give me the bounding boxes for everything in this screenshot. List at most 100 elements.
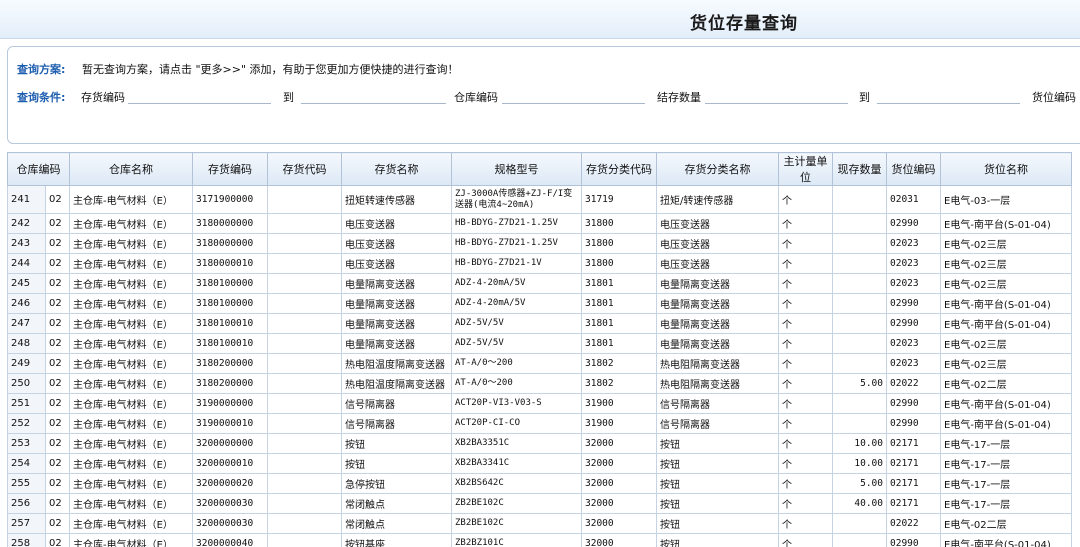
table-row[interactable]: 256 02 主仓库-电气材料（E） 3200000030 常闭触点 ZB2BE102C 3… [7,493,1072,514]
inventory-code-from-field[interactable] [128,89,271,104]
class-code-cell: 31801 [581,273,657,294]
table-row[interactable]: 254 02 主仓库-电气材料（E） 3200000010 按钮 XB2BA3341C 32… [7,453,1072,474]
unit-cell: 个 [778,493,833,514]
col-header-inventory-code2[interactable]: 存货代码 [267,152,342,186]
inventory-code-to-field[interactable] [301,89,446,104]
unit-cell: 个 [778,453,833,474]
col-header-unit[interactable]: 主计量单位 [778,152,833,186]
inventory-name-cell: 扭矩转速传感器 [341,185,452,214]
col-header-warehouse-name[interactable]: 仓库名称 [69,152,193,186]
unit-cell: 个 [778,433,833,454]
col-header-inventory-name[interactable]: 存货名称 [341,152,452,186]
row-number-cell: 257 [7,513,46,534]
warehouse-name-cell: 主仓库-电气材料（E） [69,233,193,254]
qty-cell: 40.00 [832,493,887,514]
inventory-code2-cell [267,233,342,254]
location-name-cell: E电气-17-一层 [940,433,1072,454]
col-header-location-name[interactable]: 货位名称 [940,152,1072,186]
class-name-cell: 电量隔离变送器 [656,333,779,354]
inventory-code-cell: 3200000010 [192,453,268,474]
inventory-code2-cell [267,333,342,354]
class-code-cell: 32000 [581,433,657,454]
row-number-cell: 251 [7,393,46,414]
row-number-cell: 245 [7,273,46,294]
table-row[interactable]: 241 02 主仓库-电气材料（E） 3171900000 扭矩转速传感器 ZJ-3000… [7,185,1072,214]
class-code-cell: 31900 [581,413,657,434]
col-header-spec[interactable]: 规格型号 [451,152,582,186]
qty-cell: 5.00 [832,373,887,394]
class-name-cell: 热电阻隔离变送器 [656,353,779,374]
inventory-code2-cell [267,185,342,214]
warehouse-code-cell: 02 [45,533,70,547]
row-number-cell: 248 [7,333,46,354]
table-row[interactable]: 248 02 主仓库-电气材料（E） 3180100010 电量隔离变送器 ADZ-5V/… [7,333,1072,354]
page-title: 货位存量查询 [690,14,798,34]
warehouse-code-cell: 02 [45,253,70,274]
unit-cell: 个 [778,313,833,334]
qty-cell [832,513,887,534]
warehouse-name-cell: 主仓库-电气材料（E） [69,473,193,494]
table-row[interactable]: 245 02 主仓库-电气材料（E） 3180100000 电量隔离变送器 ADZ-4-2… [7,273,1072,294]
col-header-class-name[interactable]: 存货分类名称 [656,152,779,186]
table-row[interactable]: 250 02 主仓库-电气材料（E） 3180200000 热电阻温度隔离变送器 AT-A… [7,373,1072,394]
warehouse-code-cell: 02 [45,213,70,234]
table-row[interactable]: 252 02 主仓库-电气材料（E） 3190000010 信号隔离器 ACT20P-CI… [7,413,1072,434]
inventory-code-cell: 3180000010 [192,253,268,274]
class-name-cell: 扭矩/转速传感器 [656,185,779,214]
warehouse-code-field[interactable] [502,89,645,104]
location-code-cell: 02990 [886,213,941,234]
warehouse-name-cell: 主仓库-电气材料（E） [69,413,193,434]
inventory-code-label: 存货编码 [81,91,125,104]
table-row[interactable]: 251 02 主仓库-电气材料（E） 3190000000 信号隔离器 ACT20P-VI… [7,393,1072,414]
spec-cell: ZB2BE102C [451,513,582,534]
location-code-cell: 02022 [886,373,941,394]
table-row[interactable]: 243 02 主仓库-电气材料（E） 3180000000 电压变送器 HB-BDYG-Z… [7,233,1072,254]
stock-qty-label: 结存数量 [657,91,701,104]
qty-cell [832,353,887,374]
class-name-cell: 电压变送器 [656,253,779,274]
class-name-cell: 电量隔离变送器 [656,273,779,294]
location-name-cell: E电气-17-一层 [940,473,1072,494]
col-header-warehouse-code[interactable]: 仓库编码 [7,152,70,186]
spec-cell: ADZ-4-20mA/5V [451,293,582,314]
col-header-location-code[interactable]: 货位编码 [886,152,941,186]
col-header-class-code[interactable]: 存货分类代码 [581,152,657,186]
inventory-name-cell: 热电阻温度隔离变送器 [341,353,452,374]
spec-cell: AT-A/0～200 [451,373,582,394]
warehouse-code-cell: 02 [45,373,70,394]
row-number-cell: 250 [7,373,46,394]
location-code-cell: 02171 [886,473,941,494]
class-code-cell: 31802 [581,353,657,374]
class-name-cell: 按钮 [656,433,779,454]
table-row[interactable]: 242 02 主仓库-电气材料（E） 3180000000 电压变送器 HB-BDYG-Z… [7,213,1072,234]
inventory-name-cell: 常闭触点 [341,513,452,534]
inventory-code-cell: 3200000030 [192,493,268,514]
qty-cell [832,413,887,434]
stock-qty-from-field[interactable] [705,89,848,104]
table-row[interactable]: 249 02 主仓库-电气材料（E） 3180200000 热电阻温度隔离变送器 AT-A… [7,353,1072,374]
table-row[interactable]: 253 02 主仓库-电气材料（E） 3200000000 按钮 XB2BA3351C 32… [7,433,1072,454]
range-to-label-2: 到 [859,91,870,104]
table-row[interactable]: 257 02 主仓库-电气材料（E） 3200000030 常闭触点 ZB2BE102C 3… [7,513,1072,534]
col-header-qty[interactable]: 现存数量 [832,152,887,186]
table-row[interactable]: 246 02 主仓库-电气材料（E） 3180100000 电量隔离变送器 ADZ-4-2… [7,293,1072,314]
warehouse-code-cell: 02 [45,313,70,334]
inventory-name-cell: 信号隔离器 [341,413,452,434]
table-row[interactable]: 244 02 主仓库-电气材料（E） 3180000010 电压变送器 HB-BDYG-Z… [7,253,1072,274]
table-row[interactable]: 258 02 主仓库-电气材料（E） 3200000040 按钮基座 ZB2BZ101C 3… [7,533,1072,547]
warehouse-code-cell: 02 [45,293,70,314]
table-row[interactable]: 247 02 主仓库-电气材料（E） 3180100010 电量隔离变送器 ADZ-5V/… [7,313,1072,334]
location-code-cell: 02171 [886,493,941,514]
table-row[interactable]: 255 02 主仓库-电气材料（E） 3200000020 急停按钮 XB2BS642C 3… [7,473,1072,494]
spec-cell: XB2BS642C [451,473,582,494]
col-header-inventory-code[interactable]: 存货编码 [192,152,268,186]
stock-qty-to-field[interactable] [877,89,1020,104]
qty-cell [832,533,887,547]
location-name-cell: E电气-南平台(S-01-04) [940,413,1072,434]
class-name-cell: 热电阻隔离变送器 [656,373,779,394]
qty-cell [832,393,887,414]
spec-cell: ADZ-5V/5V [451,313,582,334]
inventory-code2-cell [267,493,342,514]
warehouse-name-cell: 主仓库-电气材料（E） [69,373,193,394]
location-name-cell: E电气-南平台(S-01-04) [940,213,1072,234]
